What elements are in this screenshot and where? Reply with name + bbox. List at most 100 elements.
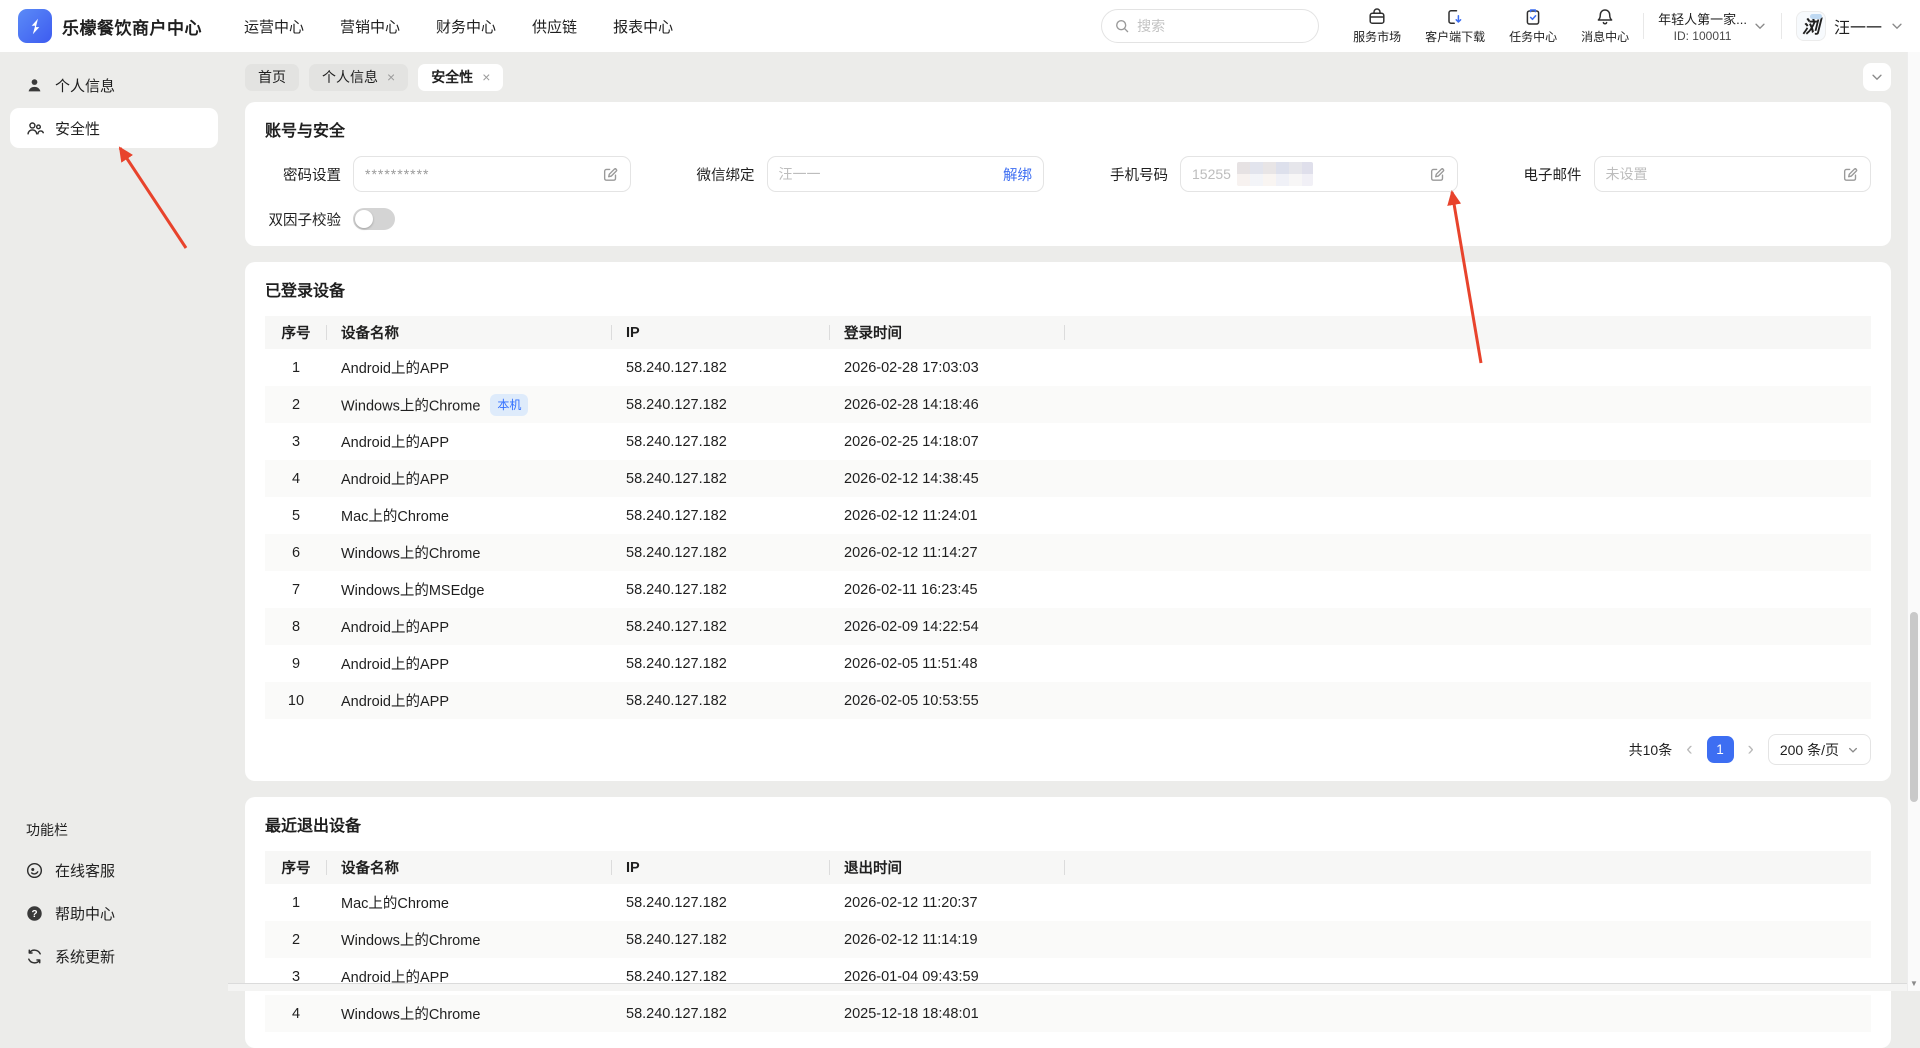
unbind-link[interactable]: 解绑 [1003, 164, 1032, 185]
email-field[interactable]: 未设置 [1594, 156, 1872, 192]
top-nav: 运营中心 营销中心 财务中心 供应链 报表中心 [244, 16, 673, 37]
prev-page-icon[interactable]: ‹ [1684, 740, 1694, 759]
top-nav-item[interactable]: 报表中心 [613, 16, 673, 37]
market-icon [1367, 7, 1387, 27]
cell-device: Mac上的Chrome [327, 884, 612, 921]
cell-empty [1065, 460, 1871, 497]
edit-icon[interactable] [1842, 166, 1859, 183]
app-title: 乐檬餐饮商户中心 [62, 14, 202, 39]
cell-empty [1065, 386, 1871, 423]
next-page-icon[interactable]: › [1746, 740, 1756, 759]
cell-device: Mac上的Chrome [327, 497, 612, 534]
sidebar-items: 个人信息安全性 [0, 65, 228, 148]
close-icon[interactable]: × [482, 70, 490, 84]
chevron-down-icon [1890, 19, 1904, 33]
sidebar-item-label: 在线客服 [55, 860, 115, 881]
wechat-value: 汪一一 [779, 164, 821, 184]
top-nav-item[interactable]: 运营中心 [244, 16, 304, 37]
password-field[interactable]: ********** [353, 156, 631, 192]
device-name: Android上的APP [341, 694, 449, 710]
cell-device: Android上的APP [327, 349, 612, 386]
cell-time: 2026-02-05 11:51:48 [830, 645, 1065, 682]
download-icon [1445, 7, 1465, 27]
top-nav-item[interactable]: 供应链 [532, 16, 577, 37]
cell-empty [1065, 497, 1871, 534]
quick-action-client-download[interactable]: 客户端下载 [1425, 7, 1485, 45]
quick-action-task-center[interactable]: 任务中心 [1509, 7, 1557, 45]
section-title: 最近退出设备 [265, 812, 1871, 836]
table-row: 1Android上的APP58.240.127.1822026-02-28 17… [265, 349, 1871, 386]
phone-privacy-blur [1237, 162, 1313, 186]
sidebar-item-online-service[interactable]: 在线客服 [10, 850, 218, 890]
quick-action-message-center[interactable]: 消息中心 [1581, 7, 1629, 45]
password-group: 密码设置 ********** [265, 156, 631, 192]
table-row: 8Android上的APP58.240.127.1822026-02-09 14… [265, 608, 1871, 645]
sidebar-item-label: 安全性 [55, 118, 100, 139]
device-name: Android上的APP [341, 472, 449, 488]
avatar: 浏 [1796, 11, 1826, 41]
sidebar-item-security[interactable]: 安全性 [10, 108, 218, 148]
cell-time: 2025-12-18 18:48:01 [830, 995, 1065, 1032]
quick-action-service-market[interactable]: 服务市场 [1353, 7, 1401, 45]
edit-icon[interactable] [1429, 166, 1446, 183]
cell-time: 2026-02-12 11:24:01 [830, 497, 1065, 534]
table-row: 5Mac上的Chrome58.240.127.1822026-02-12 11:… [265, 497, 1871, 534]
device-name: Mac上的Chrome [341, 509, 449, 525]
cell-time: 2026-02-12 11:14:27 [830, 534, 1065, 571]
scrollbar-down-arrow[interactable]: ▼ [1908, 979, 1920, 988]
cell-index: 10 [265, 682, 327, 719]
store-switcher[interactable]: 年轻人第一家... ID: 100011 [1658, 9, 1767, 43]
person-icon [25, 76, 44, 95]
table-row: 4Android上的APP58.240.127.1822026-02-12 14… [265, 460, 1871, 497]
cell-empty [1065, 645, 1871, 682]
sidebar-item-help-center[interactable]: ? 帮助中心 [10, 893, 218, 933]
scrollbar-thumb[interactable] [1910, 612, 1918, 802]
store-info: 年轻人第一家... ID: 100011 [1658, 9, 1747, 43]
top-nav-item[interactable]: 营销中心 [340, 16, 400, 37]
divider [1643, 13, 1644, 39]
cell-device: Android上的APP [327, 423, 612, 460]
page-number-button[interactable]: 1 [1707, 736, 1734, 763]
svg-text:?: ? [31, 908, 37, 919]
phone-field[interactable]: 15255 [1180, 156, 1458, 192]
horizontal-scrollbar[interactable] [228, 983, 1907, 991]
edit-icon[interactable] [602, 166, 619, 183]
user-menu[interactable]: 浏 汪一一 [1796, 11, 1904, 41]
phone-group: 手机号码 15255 [1092, 156, 1458, 192]
tab-overflow-button[interactable] [1863, 63, 1891, 91]
search-box[interactable] [1101, 9, 1319, 43]
device-name: Windows上的Chrome [341, 933, 480, 949]
cell-time: 2026-02-11 16:23:45 [830, 571, 1065, 608]
cell-ip: 58.240.127.182 [612, 645, 830, 682]
logged-out-devices-card: 最近退出设备 序号设备名称IP退出时间 1Mac上的Chrome58.240.1… [245, 797, 1891, 1048]
top-nav-item[interactable]: 财务中心 [436, 16, 496, 37]
cell-empty [1065, 423, 1871, 460]
close-icon[interactable]: × [387, 70, 395, 84]
service-icon [25, 861, 44, 880]
tab-home[interactable]: 首页 [245, 64, 299, 91]
device-name: Android上的APP [341, 657, 449, 673]
cell-ip: 58.240.127.182 [612, 534, 830, 571]
wechat-group: 微信绑定 汪一一 解绑 [679, 156, 1045, 192]
cell-ip: 58.240.127.182 [612, 995, 830, 1032]
sidebar-item-label: 帮助中心 [55, 903, 115, 924]
cell-device: Windows上的Chrome本机 [327, 386, 612, 423]
page-size-select[interactable]: 200 条/页 [1768, 734, 1871, 765]
cell-ip: 58.240.127.182 [612, 682, 830, 719]
sidebar-item-profile[interactable]: 个人信息 [10, 65, 218, 105]
quick-action-label: 服务市场 [1353, 28, 1401, 45]
toggle-knob [355, 210, 373, 228]
sidebar-item-label: 系统更新 [55, 946, 115, 967]
email-group: 电子邮件 未设置 [1506, 156, 1872, 192]
cell-index: 2 [265, 386, 327, 423]
sidebar-item-label: 个人信息 [55, 75, 115, 96]
tab-profile[interactable]: 个人信息× [309, 64, 408, 91]
cell-device: Windows上的MSEdge [327, 571, 612, 608]
task-icon [1523, 7, 1543, 27]
tab-security[interactable]: 安全性× [418, 64, 503, 91]
two-factor-toggle[interactable] [353, 208, 395, 230]
sidebar-item-system-update[interactable]: 系统更新 [10, 936, 218, 976]
main-content: 首页个人信息×安全性× 账号与安全 密码设置 ********** 微信绑定 [228, 52, 1907, 991]
search-input[interactable] [1137, 18, 1287, 34]
vertical-scrollbar[interactable]: ▼ [1907, 52, 1920, 991]
